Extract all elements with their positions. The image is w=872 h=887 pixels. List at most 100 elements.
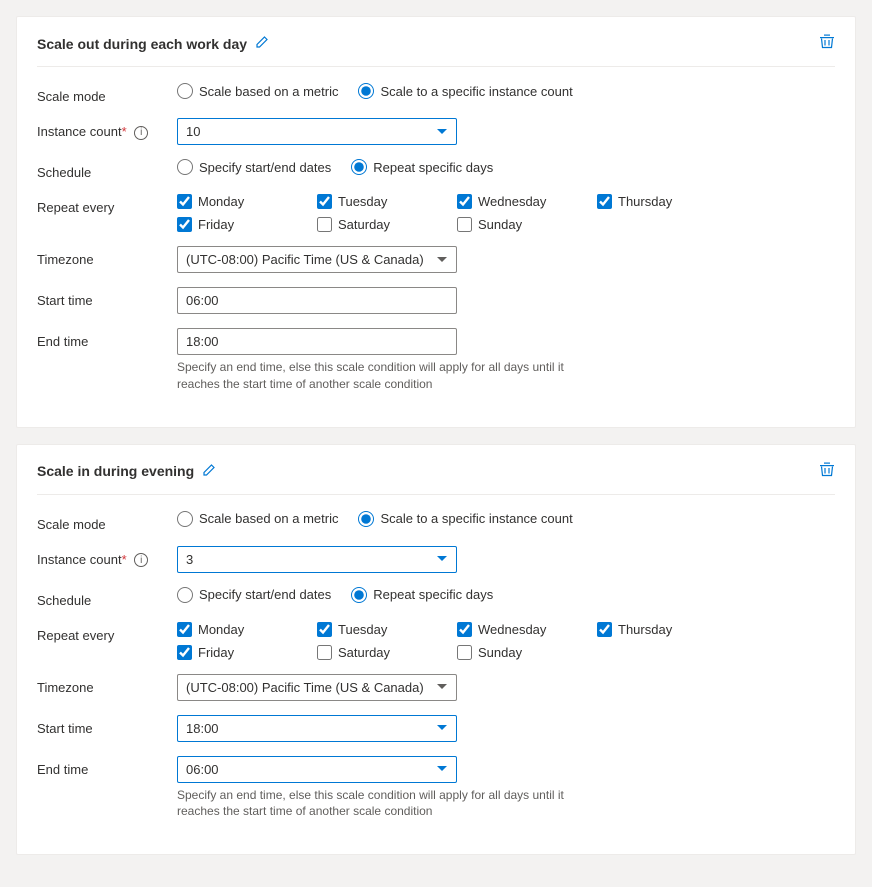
radio-instance2[interactable]	[358, 511, 374, 527]
day-checkbox-thu2[interactable]	[597, 622, 612, 637]
day-option-tue2[interactable]: Tuesday	[317, 622, 457, 637]
card-card2: Scale in during eveningScale modeScale b…	[16, 444, 856, 856]
day-label-fri2: Friday	[198, 645, 234, 660]
end-time-select[interactable]: 06:00	[177, 756, 457, 783]
day-checkbox-sat2[interactable]	[317, 645, 332, 660]
schedule-options: Specify start/end dates Repeat specific d…	[177, 159, 835, 175]
timezone-label: Timezone	[37, 674, 177, 695]
day-option-sun2[interactable]: Sunday	[457, 645, 597, 660]
day-option-mon1[interactable]: Monday	[177, 194, 317, 209]
schedule-options: Specify start/end dates Repeat specific d…	[177, 587, 835, 603]
scale-mode-row: Scale modeScale based on a metricScale t…	[37, 83, 835, 104]
days-grid: Monday Tuesday WednesdayThursday Friday Satu…	[177, 194, 835, 232]
radio-metric1[interactable]	[177, 83, 193, 99]
delete-icon[interactable]	[819, 33, 835, 54]
edit-icon[interactable]	[255, 35, 269, 52]
delete-icon[interactable]	[819, 461, 835, 482]
radio-label-metric1: Scale based on a metric	[199, 84, 338, 99]
timezone-row: Timezone(UTC-08:00) Pacific Time (US & C…	[37, 674, 835, 701]
schedule-option-startend2[interactable]: Specify start/end dates	[177, 587, 331, 603]
day-checkbox-sun2[interactable]	[457, 645, 472, 660]
radio-label-instance1: Scale to a specific instance count	[380, 84, 572, 99]
day-label-tue1: Tuesday	[338, 194, 387, 209]
day-label-sun1: Sunday	[478, 217, 522, 232]
day-option-wed2[interactable]: Wednesday	[457, 622, 597, 637]
required-marker: *	[122, 124, 127, 139]
day-option-thu1[interactable]: Thursday	[597, 194, 737, 209]
radio-option-metric1[interactable]: Scale based on a metric	[177, 83, 338, 99]
day-option-tue1[interactable]: Tuesday	[317, 194, 457, 209]
day-checkbox-mon2[interactable]	[177, 622, 192, 637]
day-label-sat2: Saturday	[338, 645, 390, 660]
day-label-wed2: Wednesday	[478, 622, 546, 637]
schedule-row: ScheduleSpecify start/end datesRepeat sp…	[37, 587, 835, 608]
timezone-row: Timezone(UTC-08:00) Pacific Time (US & C…	[37, 246, 835, 273]
day-checkbox-fri2[interactable]	[177, 645, 192, 660]
schedule-option-specific2[interactable]: Repeat specific days	[351, 587, 493, 603]
radio-option-instance1[interactable]: Scale to a specific instance count	[358, 83, 572, 99]
schedule-option-specific1[interactable]: Repeat specific days	[351, 159, 493, 175]
instance-count-label: Instance count* i	[37, 118, 177, 140]
instance-count-control: 3	[177, 546, 835, 573]
schedule-radio-startend1[interactable]	[177, 159, 193, 175]
radio-metric2[interactable]	[177, 511, 193, 527]
timezone-label: Timezone	[37, 246, 177, 267]
day-option-sat2[interactable]: Saturday	[317, 645, 457, 660]
day-checkbox-sun1[interactable]	[457, 217, 472, 232]
timezone-select[interactable]: (UTC-08:00) Pacific Time (US & Canada)	[177, 674, 457, 701]
day-checkbox-thu1[interactable]	[597, 194, 612, 209]
repeat-every-row: Repeat everyMonday Tuesday WednesdayThursd…	[37, 194, 835, 232]
day-checkbox-mon1[interactable]	[177, 194, 192, 209]
schedule-radio-specific1[interactable]	[351, 159, 367, 175]
day-option-wed1[interactable]: Wednesday	[457, 194, 597, 209]
schedule-row: ScheduleSpecify start/end dates Repeat sp…	[37, 159, 835, 180]
day-checkbox-fri1[interactable]	[177, 217, 192, 232]
instance-count-label: Instance count* i	[37, 546, 177, 568]
radio-instance1[interactable]	[358, 83, 374, 99]
start-time-input[interactable]	[177, 287, 457, 314]
radio-option-instance2[interactable]: Scale to a specific instance count	[358, 511, 572, 527]
radio-label-instance2: Scale to a specific instance count	[380, 511, 572, 526]
schedule-label-specific1: Repeat specific days	[373, 160, 493, 175]
schedule-label-specific2: Repeat specific days	[373, 587, 493, 602]
day-option-sun1[interactable]: Sunday	[457, 217, 597, 232]
timezone-control: (UTC-08:00) Pacific Time (US & Canada)	[177, 246, 835, 273]
day-checkbox-wed1[interactable]	[457, 194, 472, 209]
end-time-input[interactable]	[177, 328, 457, 355]
day-option-sat1[interactable]: Saturday	[317, 217, 457, 232]
day-option-fri2[interactable]: Friday	[177, 645, 317, 660]
day-checkbox-wed2[interactable]	[457, 622, 472, 637]
day-checkbox-sat1[interactable]	[317, 217, 332, 232]
timezone-control: (UTC-08:00) Pacific Time (US & Canada)	[177, 674, 835, 701]
schedule-option-startend1[interactable]: Specify start/end dates	[177, 159, 331, 175]
schedule-label: Schedule	[37, 159, 177, 180]
day-option-fri1[interactable]: Friday	[177, 217, 317, 232]
day-option-mon2[interactable]: Monday	[177, 622, 317, 637]
start-time-label: Start time	[37, 287, 177, 308]
start-time-control	[177, 287, 835, 314]
repeat-every-label: Repeat every	[37, 622, 177, 643]
required-marker: *	[122, 552, 127, 567]
schedule-radio-specific2[interactable]	[351, 587, 367, 603]
day-checkbox-tue1[interactable]	[317, 194, 332, 209]
radio-option-metric2[interactable]: Scale based on a metric	[177, 511, 338, 527]
days-grid: MondayTuesday Wednesday Thursday Friday Satu…	[177, 622, 835, 660]
end-time-hint: Specify an end time, else this scale con…	[177, 359, 577, 393]
card-title-wrap: Scale in during evening	[37, 463, 216, 480]
start-time-select[interactable]: 18:00	[177, 715, 457, 742]
day-label-sat1: Saturday	[338, 217, 390, 232]
day-option-thu2[interactable]: Thursday	[597, 622, 737, 637]
repeat-every-row: Repeat everyMondayTuesday Wednesday Thursd…	[37, 622, 835, 660]
timezone-select[interactable]: (UTC-08:00) Pacific Time (US & Canada)	[177, 246, 457, 273]
end-time-row: End time06:00Specify an end time, else t…	[37, 756, 835, 821]
day-checkbox-tue2[interactable]	[317, 622, 332, 637]
instance-count-row: Instance count* i10	[37, 118, 835, 145]
instance-count-row: Instance count* i3	[37, 546, 835, 573]
repeat-every-label: Repeat every	[37, 194, 177, 215]
schedule-radio-startend2[interactable]	[177, 587, 193, 603]
edit-icon[interactable]	[202, 463, 216, 480]
instance-count-select[interactable]: 3	[177, 546, 457, 573]
card-title-wrap: Scale out during each work day	[37, 35, 269, 52]
instance-count-select[interactable]: 10	[177, 118, 457, 145]
scale-mode-options: Scale based on a metric Scale to a specif…	[177, 511, 835, 527]
